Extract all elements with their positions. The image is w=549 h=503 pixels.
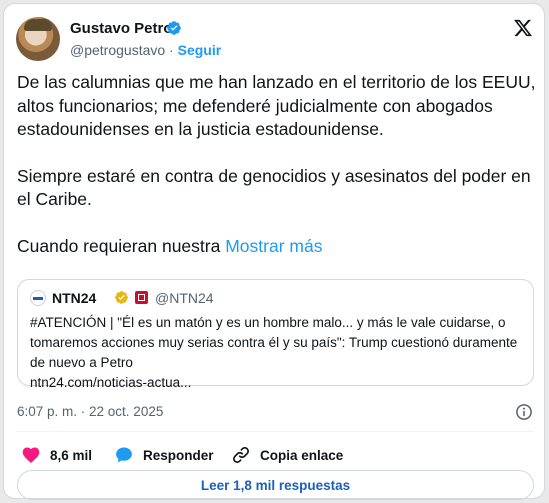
- quote-text: #ATENCIÓN | "Él es un matón y es un homb…: [30, 313, 524, 393]
- reply-label: Responder: [143, 447, 214, 463]
- tweet-timestamp[interactable]: 6:07 p. m. · 22 oct. 2025: [17, 404, 163, 419]
- read-replies-button[interactable]: Leer 1,8 mil respuestas: [17, 470, 534, 500]
- divider: [17, 431, 534, 432]
- author-handle[interactable]: @petrogustavo: [70, 42, 165, 58]
- author-name[interactable]: Gustavo Petro: [70, 20, 173, 37]
- info-icon[interactable]: [515, 403, 533, 421]
- tweet-paragraph-3: Cuando requieran nuestra Mostrar más: [17, 235, 537, 259]
- quote-author-handle: @NTN24: [155, 290, 214, 306]
- separator-dot: ·: [169, 42, 174, 58]
- follow-button[interactable]: Seguir: [178, 42, 222, 58]
- x-logo-icon[interactable]: [513, 18, 533, 38]
- tweet-card: Gustavo Petro @petrogustavo · Seguir De …: [3, 3, 545, 500]
- copy-link-label: Copia enlace: [260, 447, 344, 463]
- gold-verified-badge-icon: [115, 291, 128, 304]
- like-button[interactable]: 8,6 mil: [21, 444, 92, 466]
- like-count: 8,6 mil: [50, 447, 93, 463]
- flag-badge-icon: [135, 291, 148, 304]
- tweet-paragraph-1: De las calumnias que me han lanzado en e…: [17, 72, 536, 139]
- copy-link-button[interactable]: Copia enlace: [231, 444, 343, 466]
- author-avatar[interactable]: [16, 17, 60, 61]
- reply-bubble-icon: [116, 447, 132, 463]
- heart-icon: [22, 447, 40, 463]
- tweet-text: De las calumnias que me han lanzado en e…: [17, 71, 537, 258]
- quote-author-name: NTN24: [52, 290, 97, 306]
- quoted-tweet[interactable]: NTN24 @NTN24 #ATENCIÓN | "Él es un matón…: [17, 279, 534, 390]
- verified-badge-icon: [167, 21, 181, 35]
- tweet-truncated-text: Cuando requieran nuestra: [17, 235, 221, 256]
- quote-link[interactable]: ntn24.com/noticias-actua...: [30, 373, 524, 393]
- tweet-paragraph-2: Siempre estaré en contra de genocidios y…: [17, 165, 531, 210]
- show-more-link[interactable]: Mostrar más: [225, 236, 322, 256]
- quote-body: #ATENCIÓN | "Él es un matón y es un homb…: [30, 315, 518, 370]
- quote-avatar: [30, 290, 46, 306]
- reply-button[interactable]: Responder: [114, 444, 214, 466]
- link-icon: [233, 447, 249, 463]
- author-handle-line: @petrogustavo · Seguir: [70, 42, 221, 58]
